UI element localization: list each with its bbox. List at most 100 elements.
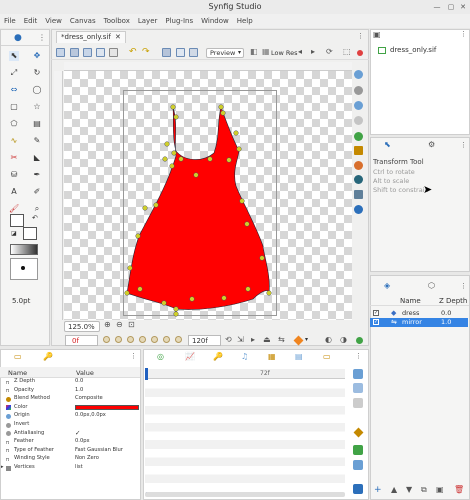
- rectangle-tool-icon[interactable]: ▢: [9, 102, 19, 112]
- width-tool-icon[interactable]: ◣: [32, 153, 42, 163]
- canvas-browser-tab-icon[interactable]: ▣: [373, 30, 381, 39]
- show-bones-icon[interactable]: [354, 190, 363, 199]
- menu-window[interactable]: Window: [197, 14, 233, 28]
- param-row[interactable]: π Type of Feather Fast Gaussian Blur: [0, 447, 140, 455]
- save-icon[interactable]: [83, 48, 92, 57]
- param-value[interactable]: 0.0px,0.0px: [75, 412, 106, 420]
- end-frame-field[interactable]: 120f: [188, 335, 221, 346]
- current-frame-field[interactable]: 0f: [65, 335, 98, 346]
- cutout-tool-icon[interactable]: ✂: [9, 153, 19, 163]
- timetrack-tab-icon[interactable]: ◎: [157, 352, 164, 361]
- smooth-move-tool-icon[interactable]: ✥: [32, 51, 42, 61]
- param-value[interactable]: 0.0px: [75, 438, 90, 446]
- layer-row-mirror[interactable]: ✓ ⇋ mirror 1.0: [370, 318, 468, 327]
- unlink-icon[interactable]: [353, 484, 363, 494]
- param-row[interactable]: π Z Depth 0.0: [0, 378, 140, 386]
- param-row[interactable]: π Opacity 1.0: [0, 387, 140, 395]
- rotate-tool-icon[interactable]: ↻: [32, 68, 42, 78]
- stop-render-icon[interactable]: [357, 50, 363, 56]
- toolbox-menu-icon[interactable]: ⋮: [38, 33, 46, 42]
- polygon-tool-icon[interactable]: ⬠: [9, 119, 19, 129]
- menu-layer[interactable]: Layer: [134, 14, 162, 28]
- keyframe-lock-icon[interactable]: ⇆: [278, 335, 285, 344]
- outline-color-swatch[interactable]: [10, 214, 24, 227]
- onion-past-icon[interactable]: ◐: [325, 335, 332, 344]
- loop-icon[interactable]: ⟲: [225, 335, 232, 344]
- param-value[interactable]: Non Zero: [75, 455, 99, 463]
- fill-color-swatch[interactable]: [23, 227, 37, 240]
- save-as-icon[interactable]: [96, 48, 105, 57]
- seek-prev-frame-icon[interactable]: [127, 336, 134, 343]
- fill-tool-icon[interactable]: ⛁: [9, 170, 19, 180]
- raise-layer-icon[interactable]: ▲: [391, 485, 397, 494]
- layer-visibility-checkbox[interactable]: ✓: [373, 319, 379, 325]
- tool-options-menu-icon[interactable]: ⋮: [460, 141, 467, 149]
- onion-icon[interactable]: [354, 116, 363, 125]
- timetrack-scrollbar[interactable]: [145, 492, 345, 497]
- refresh-icon[interactable]: ⟳: [326, 47, 333, 56]
- keyframe-select-chevron-icon[interactable]: ▾: [305, 336, 308, 343]
- link-icon[interactable]: [353, 460, 363, 470]
- show-width-icon[interactable]: [354, 175, 363, 184]
- param-row[interactable]: π Winding Style Non Zero: [0, 455, 140, 463]
- canvas-browser-file[interactable]: dress_only.sif: [390, 46, 436, 54]
- add-layer-icon[interactable]: +: [374, 485, 382, 495]
- param-row[interactable]: ▸ Vertices list: [0, 464, 140, 472]
- onion-future-icon[interactable]: ◑: [340, 335, 347, 344]
- canvas-metadata-tab-icon[interactable]: ▤: [295, 352, 303, 361]
- close-icon[interactable]: ✕: [458, 2, 468, 12]
- param-row[interactable]: Blend Method Composite: [0, 395, 140, 403]
- lower-layer-icon[interactable]: ▼: [406, 485, 412, 494]
- jack-icon[interactable]: ⏏: [263, 335, 271, 344]
- spline-tool-icon[interactable]: ∿: [9, 136, 19, 146]
- preview-render-icon[interactable]: [162, 48, 171, 57]
- param-value[interactable]: Composite: [75, 395, 103, 403]
- layers-tab-icon[interactable]: ◈: [384, 281, 390, 290]
- delete-layer-icon[interactable]: 🗑: [454, 485, 464, 494]
- animation-mode-icon[interactable]: [354, 132, 363, 141]
- navigator-tab-icon[interactable]: ⚙: [428, 140, 435, 149]
- canvas-nav-icon[interactable]: [354, 70, 363, 79]
- sound-icon[interactable]: ▸: [251, 335, 255, 344]
- dress-artwork[interactable]: [64, 71, 352, 320]
- tab-close-icon[interactable]: ✕: [115, 33, 121, 41]
- open-file-icon[interactable]: [70, 48, 79, 57]
- render-area-icon[interactable]: ⬚: [343, 47, 351, 56]
- gradient-tool-icon[interactable]: ▤: [32, 119, 42, 129]
- maximize-icon[interactable]: ▢: [446, 2, 456, 12]
- interp-icon[interactable]: [353, 383, 363, 393]
- zoom-tool-icon[interactable]: ⌕: [32, 204, 42, 214]
- menu-help[interactable]: Help: [233, 14, 257, 28]
- param-value[interactable]: 1.0: [75, 387, 83, 395]
- canvas-browser-menu-icon[interactable]: ⋮: [460, 30, 467, 38]
- encapsulate-icon[interactable]: ▣: [436, 485, 444, 494]
- swap-colors-icon[interactable]: ↶: [32, 214, 38, 222]
- menu-canvas[interactable]: Canvas: [66, 14, 100, 28]
- timetrack-menu-icon[interactable]: ⋮: [355, 352, 362, 360]
- param-row[interactable]: π Feather 0.0px: [0, 438, 140, 446]
- render-icon[interactable]: [109, 48, 118, 57]
- render-mode-select[interactable]: Preview ▾: [206, 48, 244, 58]
- play-icon[interactable]: [139, 336, 146, 343]
- keyframes-tab-icon[interactable]: 🔑: [213, 352, 223, 361]
- toolbox-tab-icon[interactable]: ●: [14, 33, 22, 43]
- guide-snap-icon[interactable]: [354, 86, 363, 95]
- fit-zoom-icon[interactable]: ⊡: [128, 320, 135, 329]
- scale-tool-icon[interactable]: ⤢: [9, 68, 19, 78]
- zoom-in-icon[interactable]: ⊕: [104, 320, 111, 329]
- show-angle-icon[interactable]: [354, 205, 363, 214]
- show-handles-icon[interactable]: [354, 146, 363, 155]
- undo-icon[interactable]: ↶: [129, 47, 137, 57]
- animation-toggle-icon[interactable]: [356, 337, 363, 344]
- grid-snap-icon[interactable]: [354, 101, 363, 110]
- seek-next-key-icon[interactable]: [163, 336, 170, 343]
- document-tab[interactable]: *dress_only.sif ✕: [56, 31, 126, 43]
- seek-prev-key-icon[interactable]: [115, 336, 122, 343]
- params-tab-icon[interactable]: ▭: [14, 352, 22, 361]
- step-forward-icon[interactable]: ▸: [311, 47, 315, 56]
- new-file-icon[interactable]: [56, 48, 65, 57]
- param-value[interactable]: list: [75, 464, 83, 472]
- seek-end-icon[interactable]: [175, 336, 182, 343]
- layers-menu-icon[interactable]: ⋮: [460, 282, 467, 290]
- brush-tool-icon[interactable]: 🖌: [9, 204, 19, 214]
